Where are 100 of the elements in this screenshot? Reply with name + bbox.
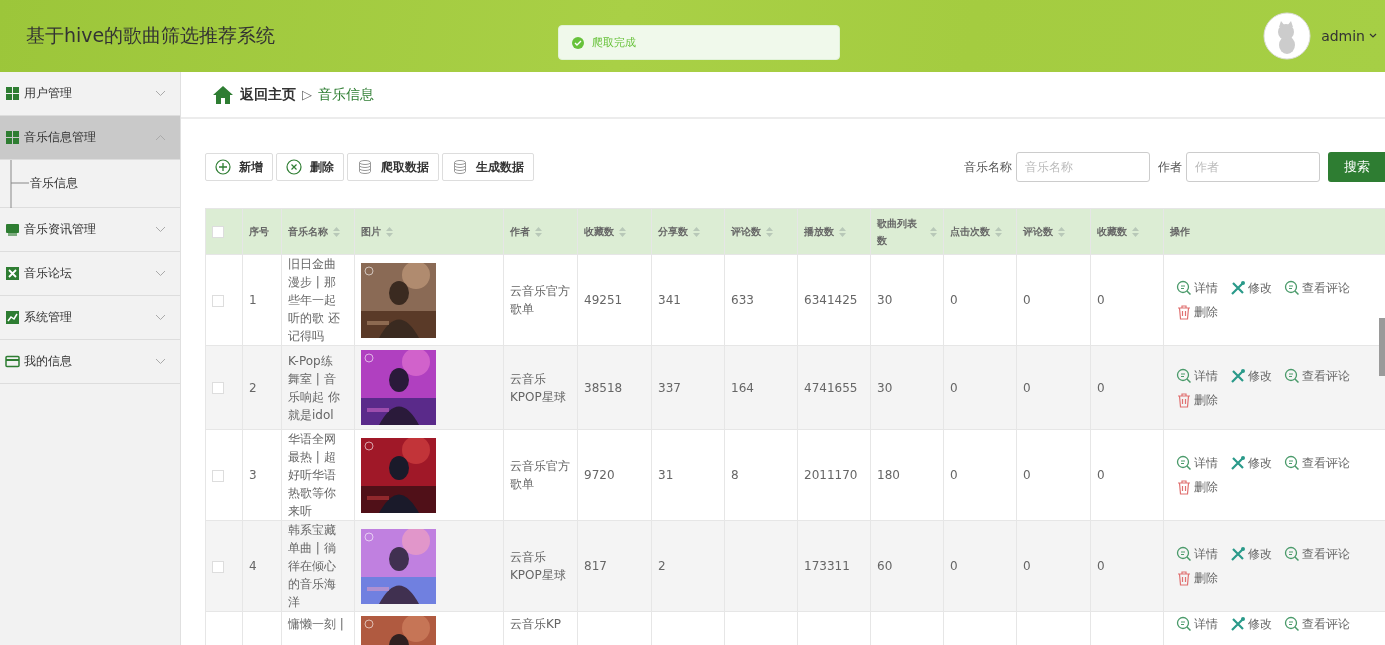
column-header: 序号: [242, 208, 282, 255]
column-header[interactable]: 作者: [503, 208, 578, 255]
action-link[interactable]: 详情: [1176, 545, 1218, 563]
sort-icon[interactable]: [535, 226, 542, 237]
column-header[interactable]: 音乐名称: [281, 208, 355, 255]
column-header[interactable]: 点击次数: [943, 208, 1017, 255]
checkbox[interactable]: [212, 469, 224, 482]
tools-icon: [1230, 616, 1246, 632]
scrollbar[interactable]: [1379, 318, 1385, 376]
close-circle-icon: [286, 159, 302, 175]
chart-icon: [5, 310, 20, 325]
checkbox[interactable]: [212, 294, 224, 307]
sort-icon[interactable]: [1132, 226, 1139, 237]
column-header[interactable]: 分享数: [651, 208, 725, 255]
table-cell: 0: [950, 468, 958, 482]
toolbar-button[interactable]: 删除: [276, 153, 344, 181]
action-link[interactable]: 查看评论: [1284, 615, 1350, 633]
search-icon: [1284, 367, 1300, 384]
sidebar-item[interactable]: 音乐资讯管理: [0, 208, 180, 252]
sort-icon[interactable]: [693, 226, 700, 237]
search-label: 音乐名称: [964, 158, 1012, 176]
action-link[interactable]: 修改: [1230, 279, 1272, 297]
sidebar-item[interactable]: 系统管理: [0, 296, 180, 340]
sort-icon[interactable]: [386, 226, 393, 237]
table-cell: 0: [1097, 380, 1105, 395]
action-link[interactable]: 查看评论: [1284, 366, 1350, 385]
sort-icon[interactable]: [930, 226, 937, 237]
action-link[interactable]: 删除: [1176, 478, 1218, 496]
column-header[interactable]: 收藏数: [577, 208, 652, 255]
sort-icon[interactable]: [619, 226, 626, 237]
action-link[interactable]: 详情: [1176, 615, 1218, 633]
search-icon: [1284, 616, 1300, 632]
sort-icon[interactable]: [1058, 226, 1065, 237]
table-cell: 0: [1097, 468, 1105, 482]
table-cell: 0: [950, 559, 958, 573]
action-link[interactable]: 修改: [1230, 454, 1272, 472]
table-cell: 180: [877, 468, 900, 482]
table-cell: 173311: [804, 559, 850, 573]
action-link[interactable]: 修改: [1230, 545, 1272, 563]
checkbox[interactable]: [212, 560, 224, 573]
search-button[interactable]: 搜索: [1328, 152, 1385, 182]
table-cell: 1: [249, 293, 257, 307]
user-menu[interactable]: admin: [1321, 28, 1377, 44]
table-cell: 49251: [584, 293, 623, 307]
sidebar-item[interactable]: 音乐信息管理: [0, 116, 180, 160]
avatar-icon[interactable]: [1263, 12, 1312, 60]
toolbar-button[interactable]: 爬取数据: [347, 153, 439, 181]
search-icon: [1284, 280, 1300, 296]
sort-icon[interactable]: [839, 226, 846, 237]
action-link[interactable]: 修改: [1230, 615, 1272, 633]
action-link[interactable]: 删除: [1176, 390, 1218, 409]
sidebar-item[interactable]: 我的信息: [0, 340, 180, 384]
sidebar-item[interactable]: 音乐论坛: [0, 252, 180, 296]
sidebar-subitem[interactable]: 音乐信息: [0, 160, 180, 208]
home-link[interactable]: 返回主页: [240, 85, 296, 104]
column-header[interactable]: 评论数: [1016, 208, 1091, 255]
action-link[interactable]: 修改: [1230, 366, 1272, 385]
toast: 爬取完成: [558, 25, 840, 60]
table-cell: 2011170: [804, 468, 858, 482]
table-cell: 0: [1023, 559, 1031, 573]
action-link[interactable]: 详情: [1176, 279, 1218, 297]
search-field[interactable]: 作者: [1186, 152, 1320, 182]
search-icon: [1176, 280, 1192, 296]
table-cell: 337: [658, 380, 681, 395]
spreadsheet-icon: [5, 266, 20, 281]
column-header[interactable]: 播放数: [797, 208, 871, 255]
table-cell: 633: [731, 293, 754, 307]
trash-icon: [1176, 479, 1192, 495]
home-icon[interactable]: [212, 84, 234, 105]
action-link[interactable]: 查看评论: [1284, 545, 1350, 563]
action-link[interactable]: 详情: [1176, 454, 1218, 472]
table-cell-text: 韩系宝藏单曲 | 徜徉在倾心的音乐海洋: [288, 522, 337, 611]
checkbox[interactable]: [212, 382, 224, 394]
sort-icon[interactable]: [333, 226, 340, 237]
table-cell: 0: [1097, 293, 1105, 307]
table-cell: 38518: [584, 380, 623, 395]
table-cell: 2: [249, 380, 257, 395]
search-field[interactable]: 音乐名称: [1016, 152, 1150, 182]
app-title: 基于hive的歌曲筛选推荐系统: [26, 23, 276, 48]
tools-icon: [1230, 455, 1246, 471]
action-link[interactable]: 删除: [1176, 569, 1218, 587]
grid-icon: [5, 130, 20, 145]
search-icon: [1176, 455, 1192, 471]
action-link[interactable]: 查看评论: [1284, 454, 1350, 472]
column-header[interactable]: 图片: [354, 208, 504, 255]
table-cell: 164: [731, 380, 754, 395]
action-link[interactable]: 查看评论: [1284, 279, 1350, 297]
checkbox[interactable]: [212, 226, 224, 238]
table-cell: 云音乐KP: [510, 617, 562, 631]
sort-icon[interactable]: [995, 226, 1002, 237]
toolbar-button[interactable]: 新增: [205, 153, 273, 181]
table-cell: 6341425: [804, 293, 858, 307]
toolbar-button[interactable]: 生成数据: [442, 153, 534, 181]
sort-icon[interactable]: [766, 226, 773, 237]
column-header[interactable]: 歌曲列表数: [870, 208, 944, 255]
action-link[interactable]: 详情: [1176, 366, 1218, 385]
action-link[interactable]: 删除: [1176, 303, 1218, 321]
table-cell: 0: [1097, 559, 1105, 573]
column-header[interactable]: 评论数: [724, 208, 798, 255]
column-header[interactable]: 收藏数: [1090, 208, 1164, 255]
